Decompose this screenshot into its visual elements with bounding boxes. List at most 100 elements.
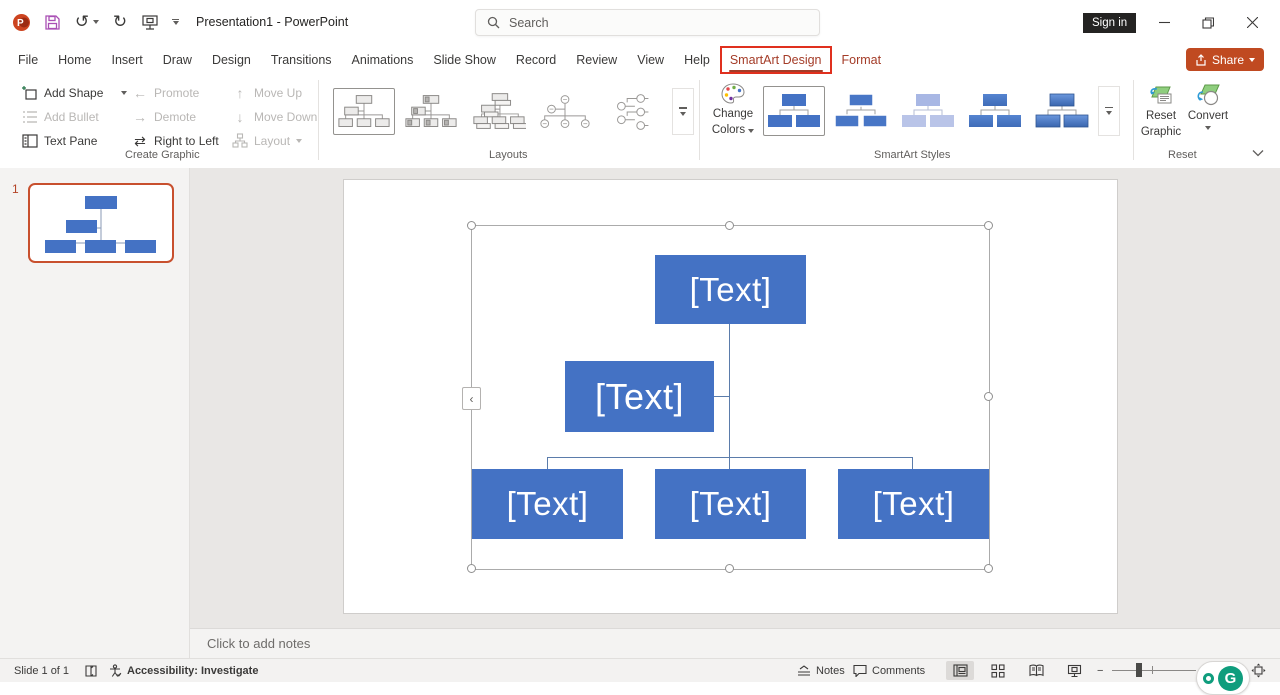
change-colors-button[interactable]: Change Colors: [708, 83, 758, 137]
accessibility-checker[interactable]: Accessibility: Investigate: [108, 659, 258, 682]
title-bar: P ↺ ↻ Presentation1 - PowerPoint Search …: [0, 0, 1280, 45]
search-icon: [487, 16, 500, 29]
style-thumbnail-intense-effect[interactable]: [1031, 86, 1093, 136]
save-icon[interactable]: [44, 10, 61, 34]
tab-home[interactable]: Home: [48, 46, 101, 74]
share-caret-icon: [1249, 58, 1255, 62]
slideshow-view-button[interactable]: [1060, 661, 1088, 680]
add-bullet-icon: [22, 109, 38, 125]
share-button[interactable]: Share: [1186, 48, 1264, 71]
convert-icon: [1195, 83, 1221, 107]
smartart-node-child-3[interactable]: [Text]: [838, 469, 989, 539]
slide-indicator: Slide 1 of 1: [14, 659, 69, 682]
restore-icon[interactable]: [1186, 0, 1230, 45]
resize-handle-mid-right[interactable]: [984, 392, 993, 401]
smartart-node-child-1[interactable]: [Text]: [472, 469, 623, 539]
tab-transitions[interactable]: Transitions: [261, 46, 342, 74]
demote-button[interactable]: → Demote: [132, 106, 196, 128]
start-slideshow-icon[interactable]: [141, 10, 159, 34]
demote-icon: →: [132, 109, 148, 125]
undo-caret-icon[interactable]: [93, 20, 99, 24]
style-thumbnail-simple-fill[interactable]: [763, 86, 825, 136]
resize-handle-top-left[interactable]: [467, 221, 476, 230]
zoom-slider-tick: [1152, 666, 1153, 674]
text-pane-button[interactable]: Text Pane: [22, 130, 97, 152]
zoom-slider-handle[interactable]: [1136, 663, 1142, 677]
slide-number: 1: [12, 182, 19, 196]
add-shape-caret-icon: [121, 91, 127, 95]
add-shape-button[interactable]: Add Shape: [22, 82, 127, 104]
collapse-ribbon-icon[interactable]: [1252, 149, 1264, 157]
tab-help[interactable]: Help: [674, 46, 720, 74]
comments-toggle-button[interactable]: Comments: [853, 659, 925, 682]
right-to-left-icon: ⇄: [132, 133, 148, 149]
tab-view[interactable]: View: [627, 46, 674, 74]
add-shape-icon: [22, 85, 38, 101]
smartart-node-child-2[interactable]: [Text]: [655, 469, 806, 539]
tab-file[interactable]: File: [8, 46, 48, 74]
smartart-node-assistant[interactable]: [Text]: [565, 361, 714, 432]
tab-insert[interactable]: Insert: [102, 46, 153, 74]
layout-thumbnail-name-title-org-chart[interactable]: [467, 88, 529, 135]
grammarly-widget[interactable]: G: [1196, 661, 1250, 695]
convert-button[interactable]: Convert: [1186, 83, 1230, 130]
tab-record[interactable]: Record: [506, 46, 566, 74]
resize-handle-bottom-center[interactable]: [725, 564, 734, 573]
resize-handle-top-right[interactable]: [984, 221, 993, 230]
layout-thumbnail-org-chart[interactable]: [333, 88, 395, 135]
window-controls: [1142, 0, 1274, 45]
tab-slide-show[interactable]: Slide Show: [423, 46, 506, 74]
resize-handle-bottom-left[interactable]: [467, 564, 476, 573]
tab-format[interactable]: Format: [832, 46, 892, 74]
reset-graphic-button[interactable]: Reset Graphic: [1139, 83, 1183, 139]
text-pane-toggle-button[interactable]: ‹: [462, 387, 481, 410]
zoom-out-button[interactable]: −: [1097, 659, 1103, 682]
move-up-button[interactable]: ↑ Move Up: [232, 82, 302, 104]
tab-draw[interactable]: Draw: [153, 46, 202, 74]
reading-view-button[interactable]: [1022, 661, 1050, 680]
zoom-slider-track[interactable]: [1112, 670, 1196, 671]
search-input[interactable]: Search: [475, 9, 820, 36]
layout-button[interactable]: Layout: [232, 130, 302, 152]
normal-view-button[interactable]: [946, 661, 974, 680]
redo-icon[interactable]: ↻: [112, 10, 128, 34]
group-label-layouts: Layouts: [489, 149, 528, 161]
tab-animations[interactable]: Animations: [342, 46, 424, 74]
promote-button[interactable]: ← Promote: [132, 82, 199, 104]
resize-handle-top-center[interactable]: [725, 221, 734, 230]
move-down-button[interactable]: ↓ Move Down: [232, 106, 317, 128]
accessibility-icon: [108, 664, 122, 678]
style-thumbnail-white-outline[interactable]: [830, 86, 892, 136]
group-separator: [1133, 80, 1134, 160]
tab-design[interactable]: Design: [202, 46, 261, 74]
sign-in-button[interactable]: Sign in: [1083, 13, 1136, 33]
notes-area[interactable]: Click to add notes: [190, 628, 1280, 658]
layout-thumbnail-horizontal-hierarchy[interactable]: [601, 88, 663, 135]
slide-sorter-view-button[interactable]: [984, 661, 1012, 680]
style-thumbnail-moderate-effect[interactable]: [964, 86, 1026, 136]
resize-handle-bottom-right[interactable]: [984, 564, 993, 573]
notes-toggle-button[interactable]: Notes: [797, 659, 845, 682]
editing-canvas: [Text] [Text] [Text] [Text] [Text] ‹: [190, 168, 1280, 628]
layouts-more-button[interactable]: [672, 88, 694, 135]
notes-placeholder: Click to add notes: [207, 636, 310, 651]
layout-thumbnail-hierarchy-circles[interactable]: [534, 88, 596, 135]
minimize-icon[interactable]: [1142, 0, 1186, 45]
close-icon[interactable]: [1230, 0, 1274, 45]
qat-customize-icon[interactable]: [172, 10, 179, 34]
add-bullet-button[interactable]: Add Bullet: [22, 106, 99, 128]
connector-line: [547, 457, 913, 458]
fit-slide-to-window-button[interactable]: [1251, 659, 1266, 682]
powerpoint-logo-icon[interactable]: P: [12, 10, 31, 34]
undo-icon[interactable]: ↺: [74, 10, 99, 34]
tab-smartart-design[interactable]: SmartArt Design: [720, 46, 832, 74]
quick-access-toolbar: P ↺ ↻: [12, 10, 179, 34]
display-settings-icon[interactable]: [84, 659, 98, 682]
move-down-icon: ↓: [232, 109, 248, 125]
layout-thumbnail-picture-org-chart[interactable]: [400, 88, 462, 135]
smartart-node-top[interactable]: [Text]: [655, 255, 806, 324]
tab-review[interactable]: Review: [566, 46, 627, 74]
style-thumbnail-subtle-effect[interactable]: [897, 86, 959, 136]
smartart-styles-more-button[interactable]: [1098, 86, 1120, 136]
slide-thumbnail[interactable]: [28, 183, 174, 263]
